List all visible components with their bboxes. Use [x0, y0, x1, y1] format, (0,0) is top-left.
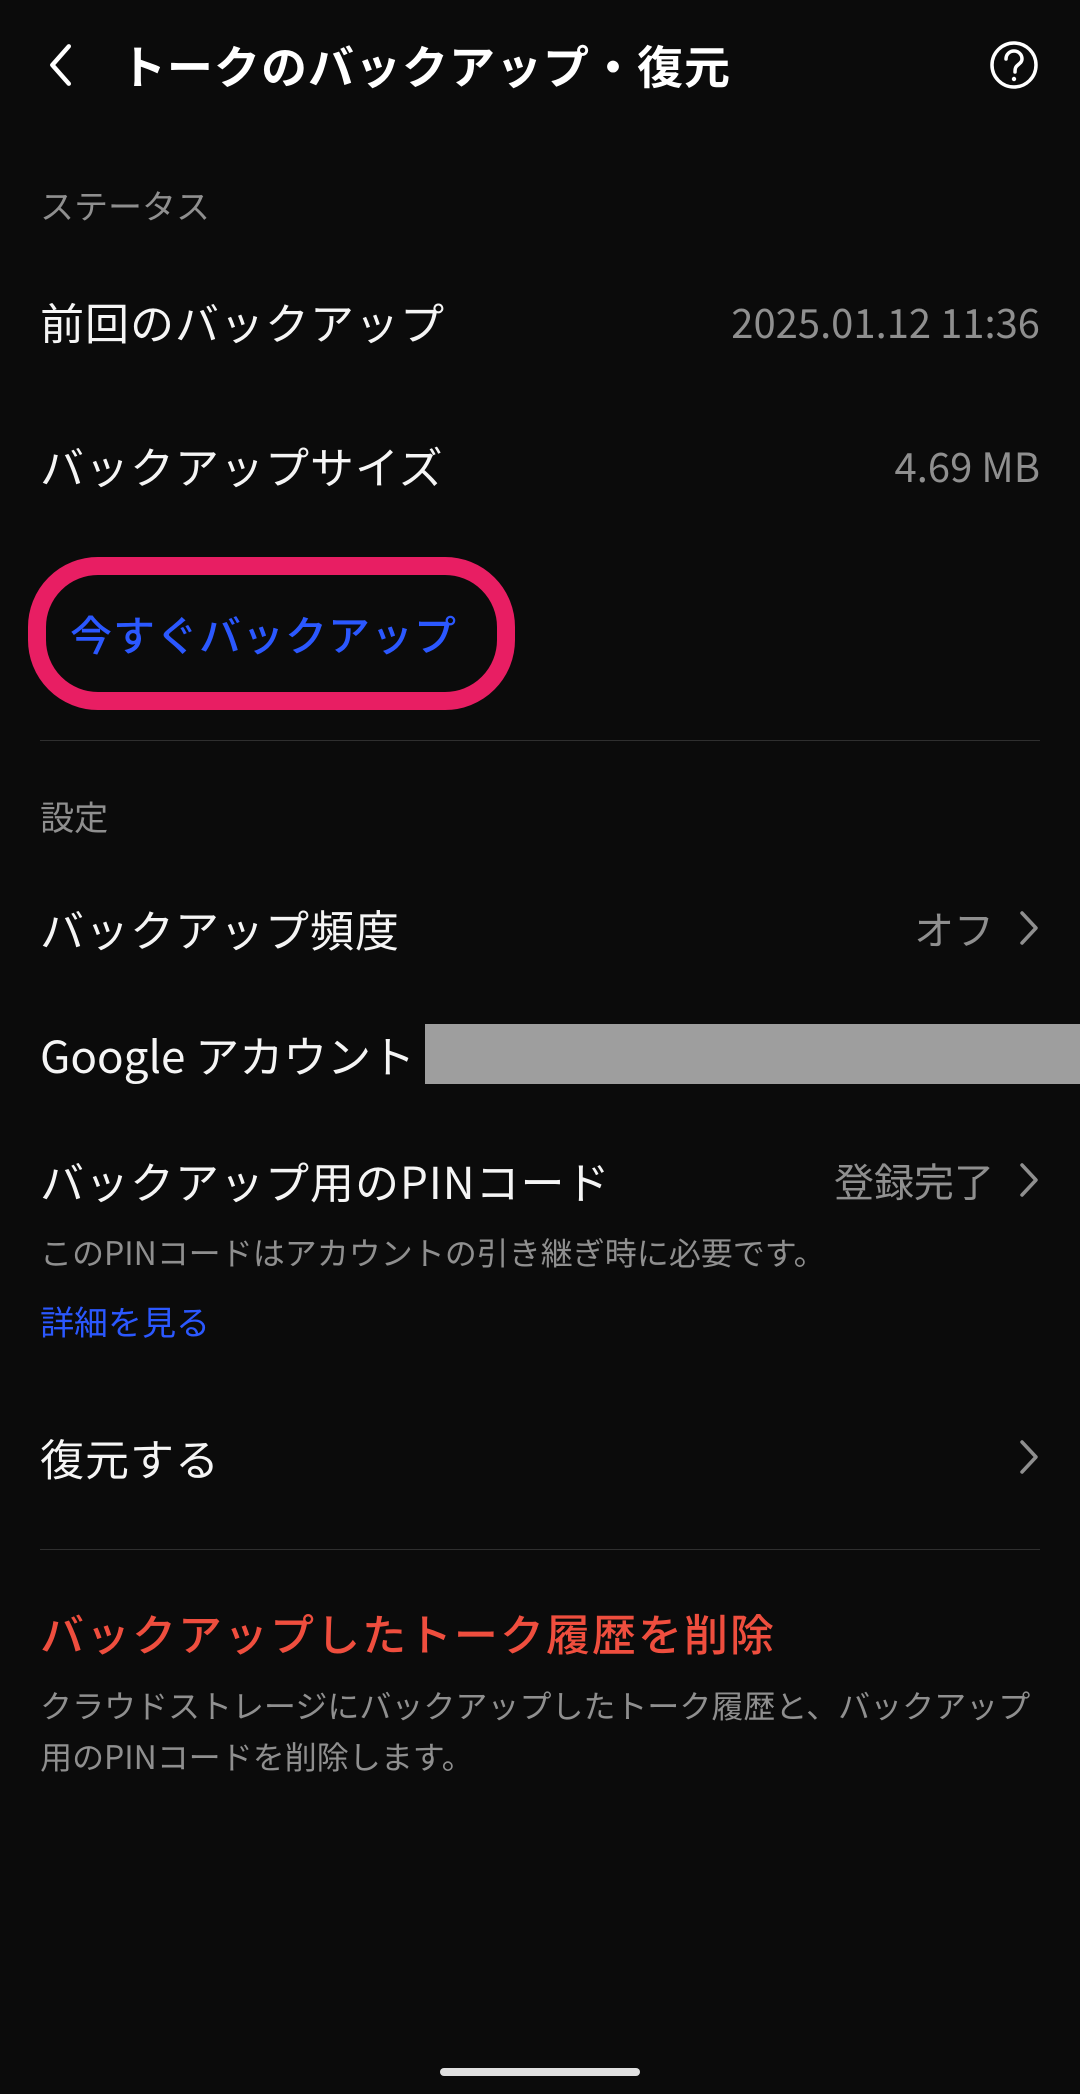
help-icon — [988, 39, 1040, 91]
home-indicator[interactable] — [440, 2068, 640, 2076]
backup-pin-label: バックアップ用のPINコード — [40, 1148, 611, 1212]
page-title: トークのバックアップ・復元 — [120, 32, 988, 98]
backup-size-label: バックアップサイズ — [40, 433, 444, 497]
backup-pin-description: このPINコードはアカウントの引き継ぎ時に必要です。 — [0, 1222, 1080, 1296]
last-backup-row: 前回のバックアップ 2025.01.12 11:36 — [0, 249, 1080, 393]
google-account-label: Google アカウント — [40, 1022, 415, 1086]
last-backup-label: 前回のバックアップ — [40, 289, 445, 353]
backup-frequency-row[interactable]: バックアップ頻度 オフ — [0, 860, 1080, 996]
backup-size-value: 4.69 MB — [895, 436, 1040, 494]
delete-backup-description: クラウドストレージにバックアップしたトーク履歴と、バックアップ用のPINコードを… — [40, 1680, 1040, 1782]
detail-link[interactable]: 詳細を見る — [0, 1296, 250, 1375]
backup-pin-value: 登録完了 — [834, 1151, 994, 1209]
restore-label: 復元する — [40, 1425, 220, 1489]
backup-size-row: バックアップサイズ 4.69 MB — [0, 393, 1080, 537]
backup-now-highlight: 今すぐバックアップ — [28, 557, 515, 710]
content: ステータス 前回のバックアップ 2025.01.12 11:36 バックアップサ… — [0, 130, 1080, 1782]
google-account-row[interactable]: Google アカウント — [0, 996, 1080, 1112]
help-button[interactable] — [988, 39, 1040, 91]
delete-backup-title: バックアップしたトーク履歴を削除 — [40, 1600, 1040, 1680]
chevron-right-icon — [1018, 1439, 1040, 1475]
header: トークのバックアップ・復元 — [0, 0, 1080, 130]
restore-row[interactable]: 復元する — [0, 1375, 1080, 1549]
delete-backup-section[interactable]: バックアップしたトーク履歴を削除 クラウドストレージにバックアップしたトーク履歴… — [0, 1550, 1080, 1782]
google-account-value-redacted — [425, 1024, 1080, 1084]
backup-frequency-label: バックアップ頻度 — [40, 896, 400, 960]
chevron-left-icon — [46, 43, 74, 87]
settings-section-label: 設定 — [0, 741, 1080, 860]
backup-now-button[interactable]: 今すぐバックアップ — [70, 603, 457, 664]
backup-pin-row[interactable]: バックアップ用のPINコード 登録完了 — [0, 1112, 1080, 1222]
back-button[interactable] — [40, 45, 80, 85]
chevron-right-icon — [1018, 1162, 1040, 1198]
last-backup-value: 2025.01.12 11:36 — [731, 292, 1040, 350]
chevron-right-icon — [1018, 910, 1040, 946]
backup-frequency-value: オフ — [914, 899, 994, 957]
status-section-label: ステータス — [0, 130, 1080, 249]
